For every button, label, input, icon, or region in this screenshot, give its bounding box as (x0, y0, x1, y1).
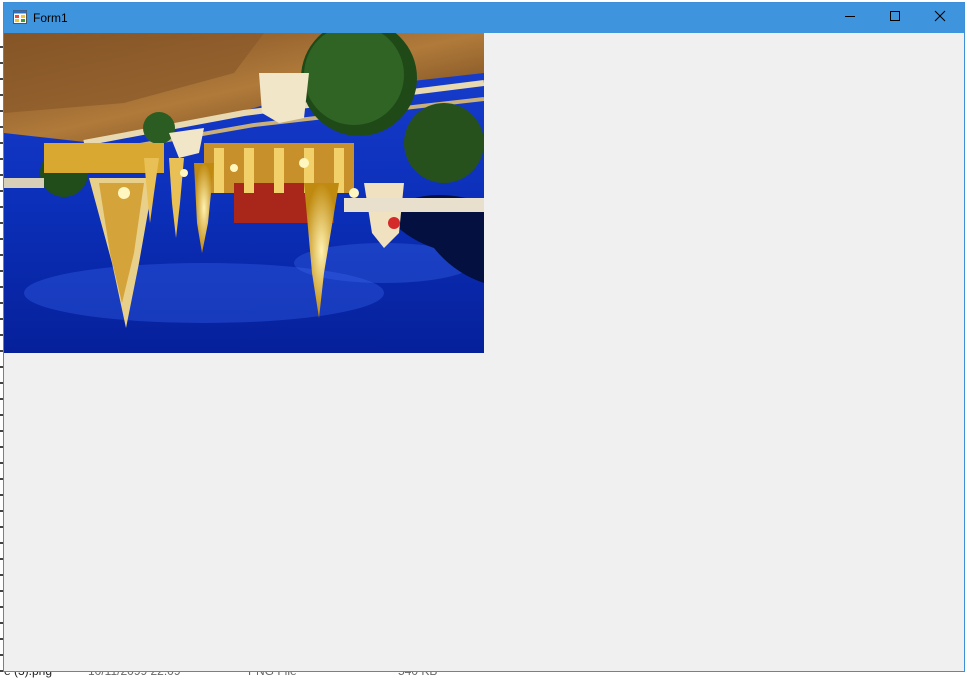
minimize-button[interactable] (827, 3, 873, 33)
app-form-icon[interactable] (13, 10, 27, 24)
maximize-icon (889, 9, 901, 27)
temple-night-image-upside-down (4, 33, 484, 353)
minimize-icon (844, 9, 856, 27)
form-window: Form1 (3, 2, 965, 672)
form-client-area (4, 33, 964, 671)
window-title: Form1 (33, 11, 68, 25)
picture-box (4, 33, 484, 353)
close-icon (934, 9, 946, 27)
maximize-button[interactable] (872, 3, 918, 33)
close-button[interactable] (917, 3, 963, 33)
title-bar[interactable]: Form1 (4, 3, 964, 33)
